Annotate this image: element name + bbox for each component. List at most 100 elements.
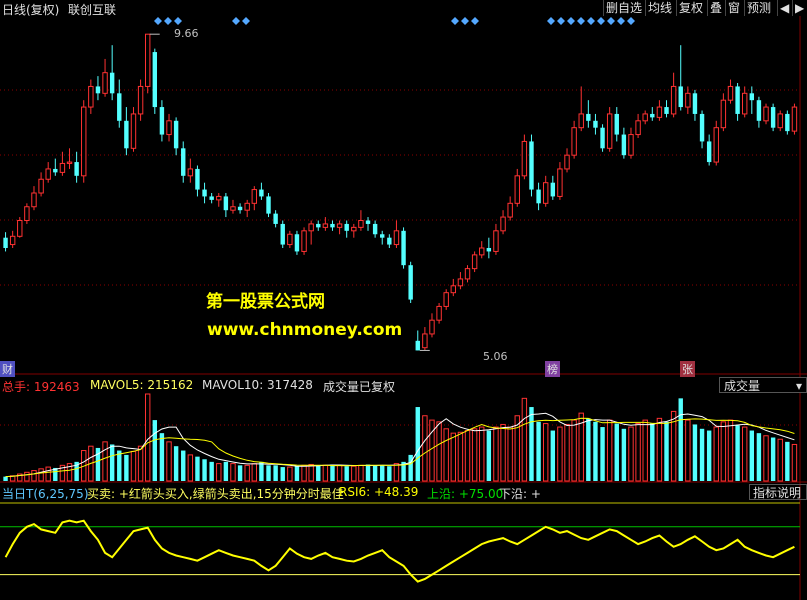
candle-body [344, 223, 349, 231]
volume-bar [244, 464, 250, 482]
volume-bar [45, 466, 51, 482]
rsi-line [4, 519, 795, 583]
forecast-button[interactable]: 预测 [744, 0, 773, 16]
volume-bar [308, 463, 314, 482]
indicator-select[interactable]: 成交量 ▾ [719, 377, 807, 393]
candle-body [670, 85, 677, 115]
candle-body [699, 113, 705, 142]
candle-body [17, 220, 23, 237]
candle-body [81, 106, 87, 177]
candle-body [45, 168, 51, 180]
candle-body [650, 113, 655, 118]
volume-bar [187, 454, 194, 482]
volume-bar [507, 426, 513, 482]
indicator-desc: 买卖: +红箭头买入,绿箭头卖出,15分钟分时最佳 [87, 487, 344, 501]
candle-body [117, 93, 122, 121]
candle-body [273, 213, 278, 224]
signal-diamond-icon-2 [174, 17, 182, 25]
candle-body [88, 85, 94, 108]
adjust-button[interactable]: 复权 [676, 0, 705, 16]
low-price-label: 5.06 [483, 350, 508, 363]
candle-body [727, 85, 734, 101]
candle-body [152, 52, 158, 108]
volume-bar [713, 426, 719, 482]
candle-body [66, 161, 73, 164]
volume-bar [529, 407, 534, 481]
volume-bar [706, 430, 712, 481]
volume-bar [656, 417, 663, 482]
volume-bar [542, 423, 549, 482]
signal-diamond-icon-9 [557, 17, 565, 25]
candle-body [664, 107, 669, 114]
top-bar: 日线(复权) 联创互联 删自选 均线 复权 叠 窗 预测 ◀ ▶ [0, 0, 807, 17]
volume-bar [621, 428, 627, 481]
signal-diamond-icon-10 [567, 17, 575, 25]
volume-bar [471, 428, 478, 482]
candle-body [422, 333, 428, 349]
candle-body [3, 237, 8, 248]
candle-body [514, 175, 520, 204]
candle-body [259, 189, 264, 197]
volume-bar [642, 419, 648, 482]
candle-body [173, 120, 179, 149]
overlay-button[interactable]: 叠 [707, 0, 724, 16]
volume-bar [251, 463, 258, 482]
volume-bar [635, 423, 641, 482]
delete-watchlist-button[interactable]: 删自选 [603, 0, 644, 16]
volume-bar [380, 465, 385, 481]
volume-bar [685, 419, 691, 482]
volume-bar [486, 430, 492, 481]
volume-bar [38, 468, 44, 482]
volume-bar [593, 421, 598, 481]
volume-bar [280, 467, 285, 481]
volume-adjusted-note: 成交量已复权 [323, 380, 396, 394]
volume-bar [273, 465, 278, 481]
window-button[interactable]: 窗 [725, 0, 742, 16]
candle-body [209, 196, 214, 200]
candle-body [372, 223, 378, 235]
candle-body [181, 148, 186, 176]
volume-bar [294, 466, 300, 481]
candle-body [9, 235, 16, 246]
ma-button[interactable]: 均线 [645, 0, 674, 16]
candle-body [408, 265, 413, 300]
volume-bar [209, 461, 214, 481]
volume-bar [791, 443, 798, 482]
candle-body [685, 92, 691, 108]
candle-body [59, 162, 66, 173]
volume-bar [259, 461, 264, 481]
volume-bar [173, 446, 179, 481]
volume-bar [614, 423, 619, 481]
arrow-right-icon[interactable]: ▶ [792, 0, 806, 16]
volume-bar [152, 420, 158, 481]
volume-bar [777, 438, 783, 482]
candle-body [223, 196, 229, 211]
zhang-tag[interactable]: 张 [680, 361, 695, 377]
bang-tag[interactable]: 榜 [545, 361, 560, 377]
indicator-select-value: 成交量 [724, 379, 761, 393]
volume-bar [31, 470, 37, 482]
volume-bar [606, 419, 613, 482]
candle-body [791, 106, 798, 132]
candle-body [692, 93, 698, 114]
arrow-left-icon[interactable]: ◀ [777, 0, 791, 16]
candle-body [550, 182, 556, 197]
volume-bar [493, 426, 499, 482]
indicator-explain-button[interactable]: 指标说明 [749, 484, 807, 500]
volume-bar [166, 441, 172, 482]
candle-body [741, 92, 748, 115]
volume-bar [741, 426, 748, 482]
candle-body [770, 107, 776, 128]
candle-body [159, 107, 165, 135]
volume-bar [287, 466, 293, 482]
cai-tag[interactable]: 财 [0, 361, 15, 377]
watermark-title: 第一股票公式网 [206, 292, 325, 312]
volume-bar [564, 423, 570, 482]
kline-chart[interactable] [0, 0, 807, 600]
candle-body [713, 127, 719, 163]
candle-body [706, 141, 712, 163]
candle-body [230, 206, 236, 211]
total-volume-label: 总手: 192463 [2, 380, 80, 394]
signal-diamond-icon-1 [164, 17, 172, 25]
volume-bar [443, 428, 449, 482]
